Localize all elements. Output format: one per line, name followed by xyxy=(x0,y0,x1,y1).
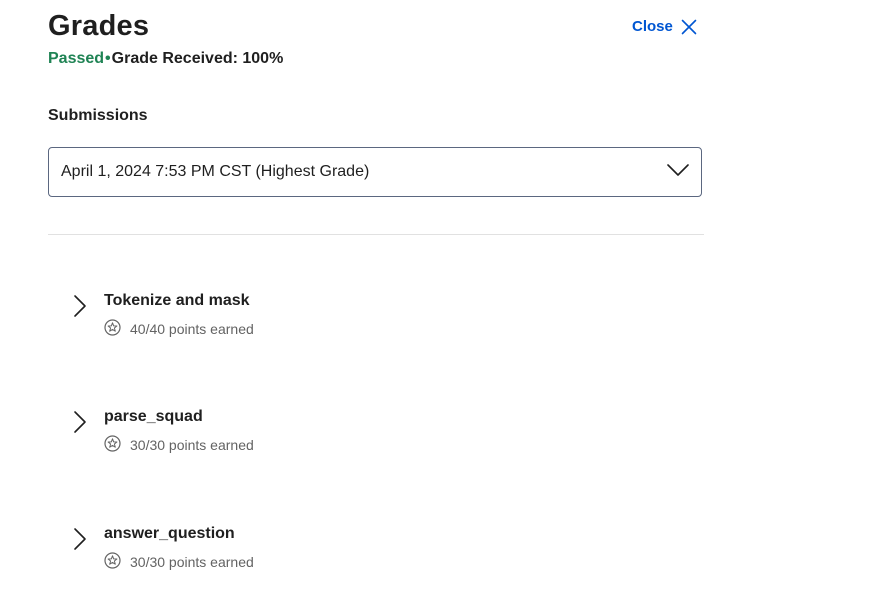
close-button[interactable]: Close xyxy=(632,18,697,35)
submission-selected-value: April 1, 2024 7:53 PM CST (Highest Grade… xyxy=(61,163,370,180)
star-badge-icon xyxy=(104,435,121,455)
list-item: parse_squad 30/30 points earned xyxy=(70,408,470,458)
points-text: 30/30 points earned xyxy=(130,437,254,453)
chevron-right-icon[interactable] xyxy=(70,527,90,551)
points-earned: 30/30 points earned xyxy=(104,552,254,572)
page-title: Grades xyxy=(48,10,150,42)
points-earned: 40/40 points earned xyxy=(104,319,254,339)
list-item: Tokenize and mask 40/40 points earned xyxy=(70,292,470,342)
divider xyxy=(48,234,704,235)
item-title[interactable]: Tokenize and mask xyxy=(104,292,250,310)
submission-select[interactable]: April 1, 2024 7:53 PM CST (Highest Grade… xyxy=(48,147,702,197)
chevron-right-icon[interactable] xyxy=(70,410,90,434)
status-separator: • xyxy=(105,50,111,67)
passed-status: Passed xyxy=(48,50,105,67)
item-title[interactable]: answer_question xyxy=(104,525,235,543)
star-badge-icon xyxy=(104,319,121,339)
points-earned: 30/30 points earned xyxy=(104,435,254,455)
close-label: Close xyxy=(632,18,673,35)
close-icon xyxy=(681,19,697,35)
chevron-down-icon xyxy=(667,163,689,182)
submissions-label: Submissions xyxy=(48,107,148,124)
points-text: 30/30 points earned xyxy=(130,554,254,570)
list-item: answer_question 30/30 points earned xyxy=(70,525,470,575)
points-text: 40/40 points earned xyxy=(130,321,254,337)
item-title[interactable]: parse_squad xyxy=(104,408,203,426)
chevron-right-icon[interactable] xyxy=(70,294,90,318)
grade-status: Passed•Grade Received: 100% xyxy=(48,50,283,68)
star-badge-icon xyxy=(104,552,121,572)
grades-panel: Grades Close Passed•Grade Received: 100%… xyxy=(0,0,877,608)
grade-received: Grade Received: 100% xyxy=(111,50,284,67)
